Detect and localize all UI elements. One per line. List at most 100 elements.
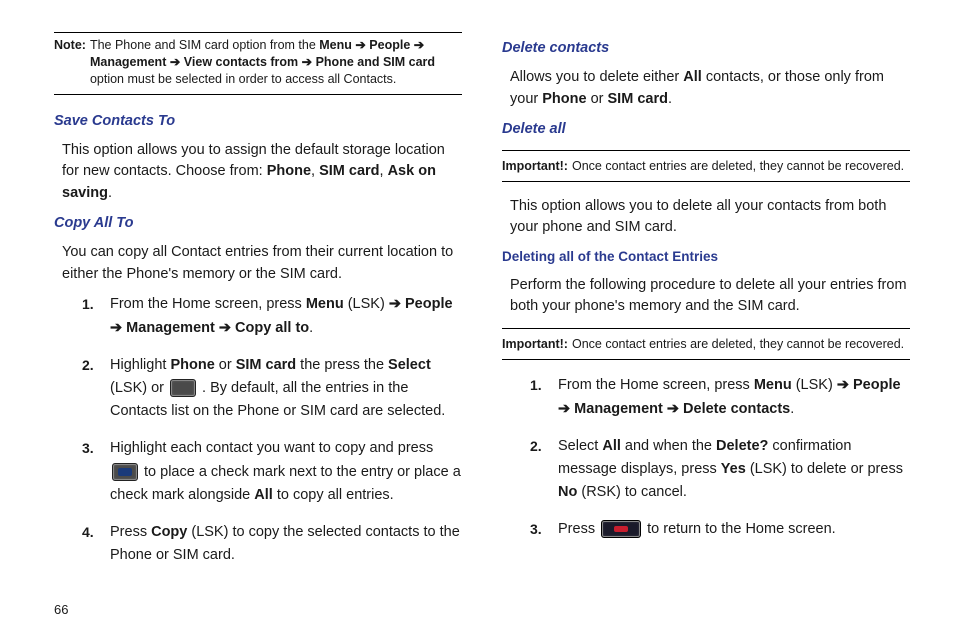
step-num: 4. bbox=[82, 521, 110, 567]
t: (LSK) or bbox=[110, 380, 168, 396]
copy-steps: 1. From the Home screen, press Menu (LSK… bbox=[82, 293, 462, 567]
b: Copy bbox=[151, 524, 187, 540]
two-column-layout: Note: The Phone and SIM card option from… bbox=[54, 32, 910, 581]
t: the press the bbox=[296, 357, 388, 373]
step-num: 3. bbox=[82, 437, 110, 507]
step-num: 2. bbox=[82, 354, 110, 424]
arrow-icon: ➔ bbox=[667, 401, 683, 417]
b: People bbox=[849, 377, 901, 393]
heading-deleting-entries: Deleting all of the Contact Entries bbox=[502, 247, 910, 267]
t: Highlight bbox=[110, 357, 170, 373]
b: Management bbox=[570, 401, 667, 417]
t: or bbox=[587, 91, 608, 107]
b: Management bbox=[122, 320, 219, 336]
heading-copy-all: Copy All To bbox=[54, 213, 462, 234]
step-3: 3. Press to return to the Home screen. bbox=[530, 518, 910, 541]
arrow-icon: ➔ bbox=[389, 296, 401, 312]
note-text-post: option must be selected in order to acce… bbox=[90, 72, 396, 86]
note-text-pre: The Phone and SIM card option from the bbox=[90, 38, 319, 52]
t: (LSK) to delete or press bbox=[746, 461, 903, 477]
para-save-contacts: This option allows you to assign the def… bbox=[62, 140, 462, 205]
step-text: Press to return to the Home screen. bbox=[558, 518, 910, 541]
heading-delete-contacts: Delete contacts bbox=[502, 38, 910, 59]
b: All bbox=[254, 487, 273, 503]
important-text: Once contact entries are deleted, they c… bbox=[572, 157, 904, 175]
arrow-icon: ➔ bbox=[837, 377, 849, 393]
t: Press bbox=[558, 521, 599, 537]
b: Select bbox=[388, 357, 431, 373]
step-text: Highlight each contact you want to copy … bbox=[110, 437, 462, 507]
t: (LSK) bbox=[792, 377, 837, 393]
page-number: 66 bbox=[54, 601, 910, 620]
t: or bbox=[215, 357, 236, 373]
important-label: Important!: bbox=[502, 157, 572, 175]
arrow-icon: ➔ bbox=[219, 320, 235, 336]
step-text: Press Copy (LSK) to copy the selected co… bbox=[110, 521, 462, 567]
para-delete-all: This option allows you to delete all you… bbox=[510, 196, 910, 240]
step-text: Select All and when the Delete? confirma… bbox=[558, 435, 910, 505]
important-box-1: Important!: Once contact entries are del… bbox=[502, 150, 910, 182]
delete-steps: 1. From the Home screen, press Menu (LSK… bbox=[530, 374, 910, 541]
t: From the Home screen, press bbox=[558, 377, 754, 393]
b: All bbox=[683, 69, 702, 85]
b: Menu bbox=[754, 377, 792, 393]
important-box-2: Important!: Once contact entries are del… bbox=[502, 328, 910, 360]
opt-phone: Phone bbox=[267, 163, 311, 179]
b: Menu bbox=[306, 296, 344, 312]
step-num: 2. bbox=[530, 435, 558, 505]
b: Delete? bbox=[716, 438, 768, 454]
step-num: 3. bbox=[530, 518, 558, 541]
step-text: Highlight Phone or SIM card the press th… bbox=[110, 354, 462, 424]
opt-sim: SIM card bbox=[319, 163, 379, 179]
step-3: 3. Highlight each contact you want to co… bbox=[82, 437, 462, 507]
step-num: 1. bbox=[82, 293, 110, 339]
t: Highlight each contact you want to copy … bbox=[110, 440, 433, 456]
t: . bbox=[668, 91, 672, 107]
step-text: From the Home screen, press Menu (LSK) ➔… bbox=[558, 374, 910, 420]
b: Yes bbox=[721, 461, 746, 477]
step-num: 1. bbox=[530, 374, 558, 420]
para-deleting-entries: Perform the following procedure to delet… bbox=[510, 275, 910, 319]
note-box: Note: The Phone and SIM card option from… bbox=[54, 32, 462, 95]
b: Phone bbox=[542, 91, 586, 107]
select-key-icon bbox=[112, 463, 138, 481]
para-copy-all: You can copy all Contact entries from th… bbox=[62, 242, 462, 286]
heading-save-contacts: Save Contacts To bbox=[54, 111, 462, 132]
ok-key-icon bbox=[170, 379, 196, 397]
b: Phone bbox=[170, 357, 214, 373]
step-1: 1. From the Home screen, press Menu (LSK… bbox=[82, 293, 462, 339]
end-key-icon bbox=[601, 520, 641, 538]
important-text: Once contact entries are deleted, they c… bbox=[572, 335, 904, 353]
t: Select bbox=[558, 438, 602, 454]
step-4: 4. Press Copy (LSK) to copy the selected… bbox=[82, 521, 462, 567]
para-post: . bbox=[108, 185, 112, 201]
arrow-icon: ➔ bbox=[558, 401, 570, 417]
step-text: From the Home screen, press Menu (LSK) ➔… bbox=[110, 293, 462, 339]
b: People bbox=[401, 296, 453, 312]
b: All bbox=[602, 438, 621, 454]
b: Delete contacts bbox=[683, 401, 790, 417]
right-column: Delete contacts Allows you to delete eit… bbox=[502, 32, 910, 581]
t: and when the bbox=[621, 438, 716, 454]
t: . bbox=[790, 401, 794, 417]
note-label: Note: bbox=[54, 37, 90, 88]
t: to return to the Home screen. bbox=[643, 521, 836, 537]
b: No bbox=[558, 484, 577, 500]
b: Copy all to bbox=[235, 320, 309, 336]
note-body: The Phone and SIM card option from the M… bbox=[90, 37, 462, 88]
b: SIM card bbox=[236, 357, 296, 373]
t: (LSK) bbox=[344, 296, 389, 312]
step-2: 2. Select All and when the Delete? confi… bbox=[530, 435, 910, 505]
t: Allows you to delete either bbox=[510, 69, 683, 85]
t: Press bbox=[110, 524, 151, 540]
t: to copy all entries. bbox=[273, 487, 394, 503]
important-label: Important!: bbox=[502, 335, 572, 353]
arrow-icon: ➔ bbox=[110, 320, 122, 336]
t: . bbox=[309, 320, 313, 336]
left-column: Note: The Phone and SIM card option from… bbox=[54, 32, 462, 581]
t: (RSK) to cancel. bbox=[577, 484, 687, 500]
t: From the Home screen, press bbox=[110, 296, 306, 312]
heading-delete-all: Delete all bbox=[502, 119, 910, 140]
para-delete-contacts: Allows you to delete either All contacts… bbox=[510, 67, 910, 111]
b: SIM card bbox=[608, 91, 668, 107]
